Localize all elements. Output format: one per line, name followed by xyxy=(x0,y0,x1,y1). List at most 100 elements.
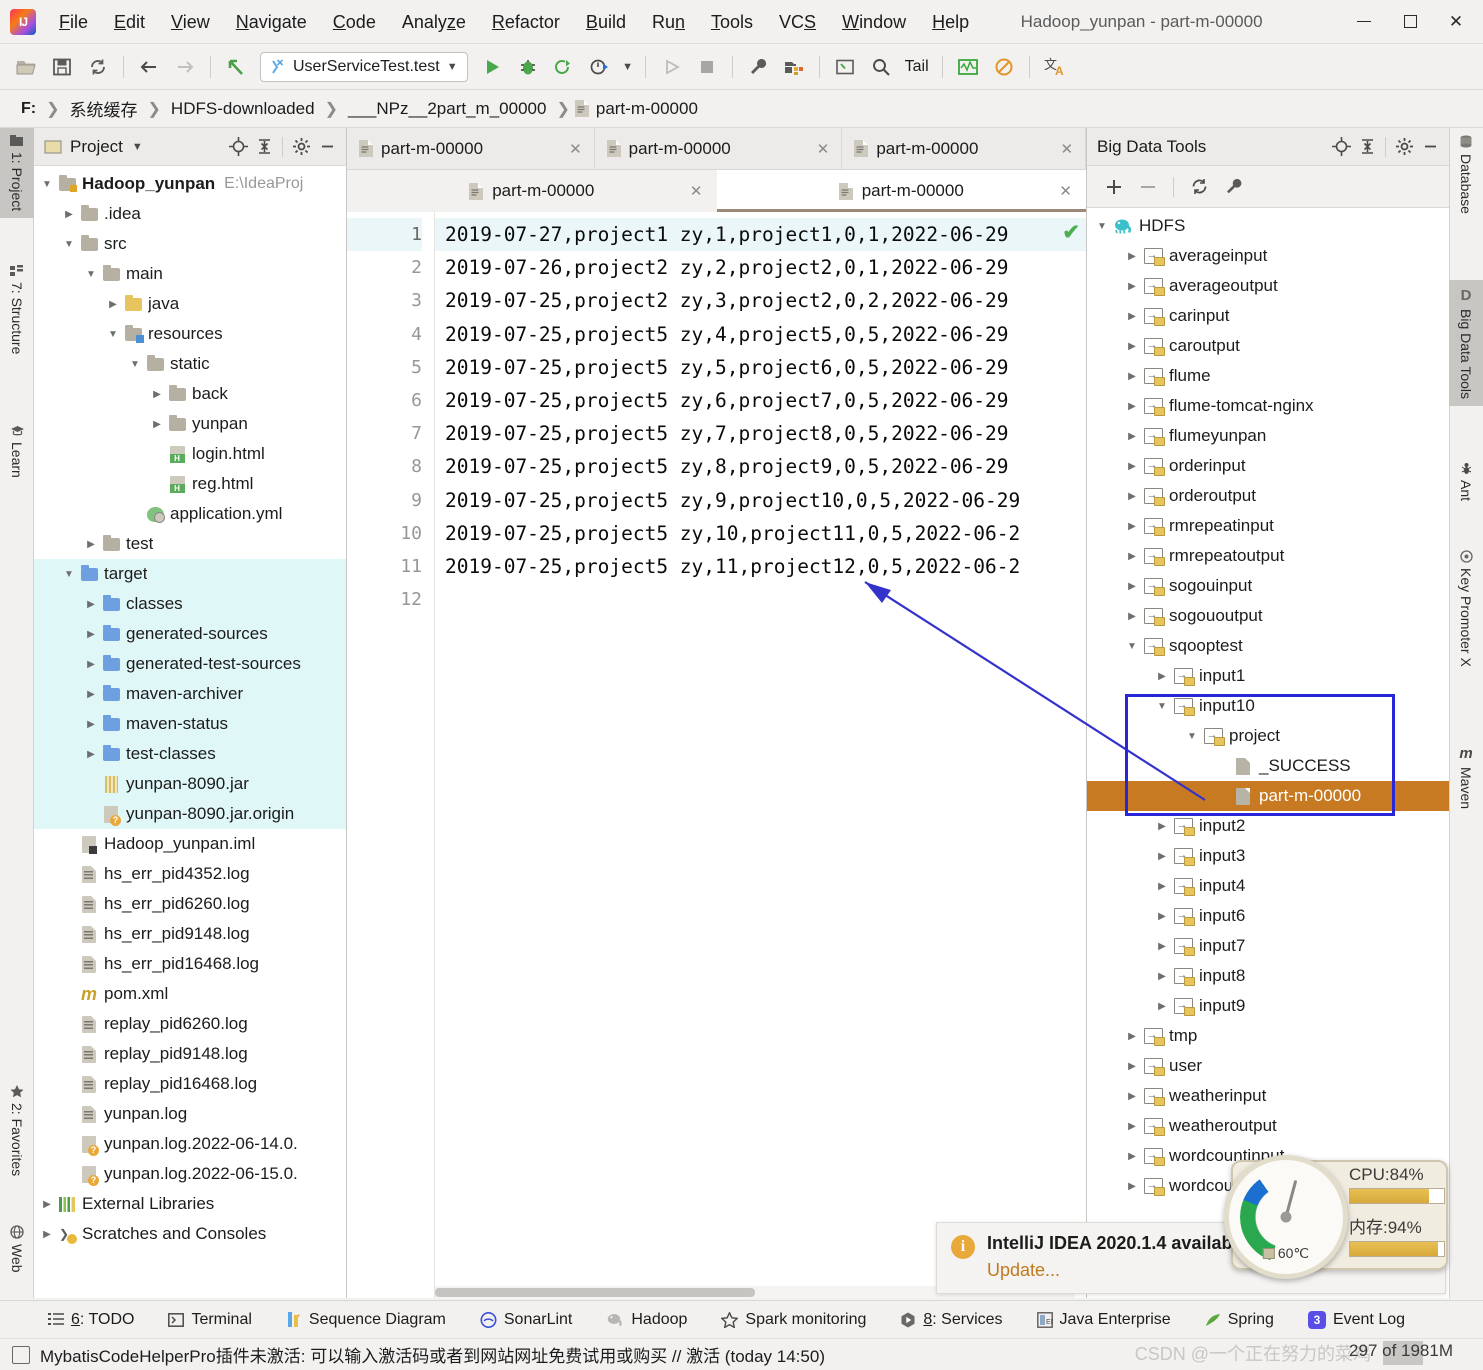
tree-node-test-classes[interactable]: ▶ test-classes xyxy=(34,739,346,769)
hdfs-node-sogouinput[interactable]: ▶ sogouinput xyxy=(1087,571,1449,601)
chevron-right-icon[interactable]: ▶ xyxy=(82,689,100,700)
debug-icon[interactable] xyxy=(512,51,544,83)
close-icon[interactable]: ✕ xyxy=(569,140,582,158)
tree-node-scratches-and-consoles[interactable]: ▶ ❯ Scratches and Consoles xyxy=(34,1219,346,1249)
monitor-icon[interactable] xyxy=(952,51,984,83)
sync-icon[interactable] xyxy=(82,51,114,83)
hdfs-node-caroutput[interactable]: ▶ caroutput xyxy=(1087,331,1449,361)
forward-arrow-icon[interactable] xyxy=(169,51,201,83)
chevron-right-icon[interactable]: ▶ xyxy=(1123,341,1141,352)
chevron-right-icon[interactable]: ▶ xyxy=(1153,1001,1171,1012)
menu-item-view[interactable]: View xyxy=(158,9,223,35)
chevron-right-icon[interactable]: ▶ xyxy=(82,659,100,670)
system-monitor-widget[interactable]: 60℃ CPU:84% 内存:94% xyxy=(1224,1155,1448,1279)
chevron-right-icon[interactable]: ▶ xyxy=(1123,461,1141,472)
tree-node-pom-xml[interactable]: m pom.xml xyxy=(34,979,346,1009)
hdfs-node-rmrepeatinput[interactable]: ▶ rmrepeatinput xyxy=(1087,511,1449,541)
sidebar-item-structure[interactable]: 7: Structure xyxy=(0,258,34,361)
hdfs-node-hdfs[interactable]: ▼ HDFS xyxy=(1087,211,1449,241)
tree-node-yunpan-8090-jar[interactable]: yunpan-8090.jar xyxy=(34,769,346,799)
hide-icon[interactable] xyxy=(314,134,340,160)
menu-item-window[interactable]: Window xyxy=(829,9,919,35)
search-icon[interactable] xyxy=(865,51,897,83)
stop-icon[interactable] xyxy=(691,51,723,83)
inspection-ok-icon[interactable]: ✔ xyxy=(1062,220,1080,245)
close-button[interactable]: ✕ xyxy=(1433,1,1479,43)
bottom-tab-event-log[interactable]: 3 Event Log xyxy=(1304,1308,1409,1332)
close-icon[interactable]: ✕ xyxy=(817,140,830,158)
translate-icon[interactable]: 文A xyxy=(1039,51,1071,83)
menu-item-run[interactable]: Run xyxy=(639,9,698,35)
menu-item-code[interactable]: Code xyxy=(320,9,389,35)
bottom-tab-java-enterprise[interactable]: EE Java Enterprise xyxy=(1033,1308,1175,1332)
sidebar-item-bigdatatools[interactable]: D Big Data Tools xyxy=(1449,280,1483,407)
code-line[interactable] xyxy=(435,583,1086,616)
tree-node-yunpan-log[interactable]: yunpan.log xyxy=(34,1099,346,1129)
code-line[interactable]: 2019-07-25,project5 zy,7,project8,0,5,20… xyxy=(435,417,1086,450)
hdfs-node-weatheroutput[interactable]: ▶ weatheroutput xyxy=(1087,1111,1449,1141)
sidebar-item-web[interactable]: Web xyxy=(0,1218,34,1280)
chevron-right-icon[interactable]: ▶ xyxy=(1123,1181,1141,1192)
chevron-down-icon[interactable]: ▼ xyxy=(1093,221,1111,232)
tree-node-target[interactable]: ▼ target xyxy=(34,559,346,589)
bottom-tab-sonarlint[interactable]: SonarLint xyxy=(476,1308,577,1332)
tree-node--idea[interactable]: ▶ .idea xyxy=(34,199,346,229)
bottom-tab-spark-monitoring[interactable]: Spark monitoring xyxy=(717,1308,870,1332)
bottom-tab-8--services[interactable]: 8: Services xyxy=(896,1308,1006,1332)
chevron-down-icon[interactable]: ▼ xyxy=(1153,701,1171,712)
gear-icon[interactable] xyxy=(1391,134,1417,160)
menu-item-navigate[interactable]: Navigate xyxy=(223,9,320,35)
locate-target-icon[interactable] xyxy=(1328,134,1354,160)
hdfs-node-input8[interactable]: ▶ input8 xyxy=(1087,961,1449,991)
code-line[interactable]: 2019-07-25,project5 zy,4,project5,0,5,20… xyxy=(435,318,1086,351)
hdfs-node-input4[interactable]: ▶ input4 xyxy=(1087,871,1449,901)
chevron-right-icon[interactable]: ▶ xyxy=(1153,851,1171,862)
scrollbar-thumb[interactable] xyxy=(435,1288,755,1297)
menu-item-file[interactable]: File xyxy=(46,9,101,35)
wrench-icon[interactable] xyxy=(1218,172,1248,202)
wrench-icon[interactable] xyxy=(742,51,774,83)
chevron-right-icon[interactable]: ▶ xyxy=(1123,581,1141,592)
chevron-right-icon[interactable]: ▶ xyxy=(82,629,100,640)
notification-update-link[interactable]: Update... xyxy=(987,1260,1247,1281)
hdfs-node-part-m-00000[interactable]: part-m-00000 xyxy=(1087,781,1449,811)
menu-item-vcs[interactable]: VCS xyxy=(766,9,829,35)
collapse-all-icon[interactable] xyxy=(251,134,277,160)
hdfs-node-flume-tomcat-nginx[interactable]: ▶ flume-tomcat-nginx xyxy=(1087,391,1449,421)
chevron-right-icon[interactable]: ▶ xyxy=(148,419,166,430)
chevron-right-icon[interactable]: ▶ xyxy=(60,209,78,220)
chevron-right-icon[interactable]: ▶ xyxy=(1123,401,1141,412)
hdfs-node-input3[interactable]: ▶ input3 xyxy=(1087,841,1449,871)
hdfs-node-input1[interactable]: ▶ input1 xyxy=(1087,661,1449,691)
hdfs-node-averageoutput[interactable]: ▶ averageoutput xyxy=(1087,271,1449,301)
undo-icon[interactable] xyxy=(220,51,252,83)
tree-node-classes[interactable]: ▶ classes xyxy=(34,589,346,619)
chevron-down-icon[interactable]: ▼ xyxy=(60,239,78,250)
hdfs-node-user[interactable]: ▶ user xyxy=(1087,1051,1449,1081)
tree-node-java[interactable]: ▶ java xyxy=(34,289,346,319)
chevron-down-icon[interactable]: ▼ xyxy=(132,141,143,153)
editor-tab-2[interactable]: part-m-00000 ✕ xyxy=(842,128,1087,169)
code-editor[interactable]: 1 2 3 4 5 6 7 8 9 10 11 12 2019-07-27,project1 zy,1… xyxy=(347,212,1086,1298)
run-disabled-icon[interactable] xyxy=(655,51,687,83)
sidebar-item-keypromoter[interactable]: Key Promoter X xyxy=(1449,543,1483,674)
profile-icon[interactable] xyxy=(584,51,616,83)
chevron-right-icon[interactable]: ▶ xyxy=(1123,1121,1141,1132)
maximize-button[interactable] xyxy=(1387,1,1433,43)
tree-node-hs-err-pid16468-log[interactable]: hs_err_pid16468.log xyxy=(34,949,346,979)
run-with-coverage-icon[interactable] xyxy=(548,51,580,83)
chevron-right-icon[interactable]: ▶ xyxy=(82,539,100,550)
code-line[interactable]: 2019-07-25,project5 zy,9,project10,0,5,2… xyxy=(435,484,1086,517)
chevron-right-icon[interactable]: ▶ xyxy=(1153,971,1171,982)
profile-dropdown-icon[interactable]: ▼ xyxy=(620,51,636,83)
save-icon[interactable] xyxy=(46,51,78,83)
chevron-right-icon[interactable]: ▶ xyxy=(1123,281,1141,292)
breadcrumb-item-0[interactable]: 系统缓存 xyxy=(65,94,143,123)
code-line[interactable]: 2019-07-25,project2 zy,3,project2,0,2,20… xyxy=(435,284,1086,317)
back-arrow-icon[interactable] xyxy=(133,51,165,83)
hdfs-node-orderinput[interactable]: ▶ orderinput xyxy=(1087,451,1449,481)
code-content[interactable]: 2019-07-27,project1 zy,1,project1,0,1,20… xyxy=(435,212,1086,1298)
chevron-right-icon[interactable]: ▶ xyxy=(148,389,166,400)
memory-indicator[interactable]: 297 of 1981M xyxy=(1349,1341,1453,1361)
chevron-right-icon[interactable]: ▶ xyxy=(82,719,100,730)
